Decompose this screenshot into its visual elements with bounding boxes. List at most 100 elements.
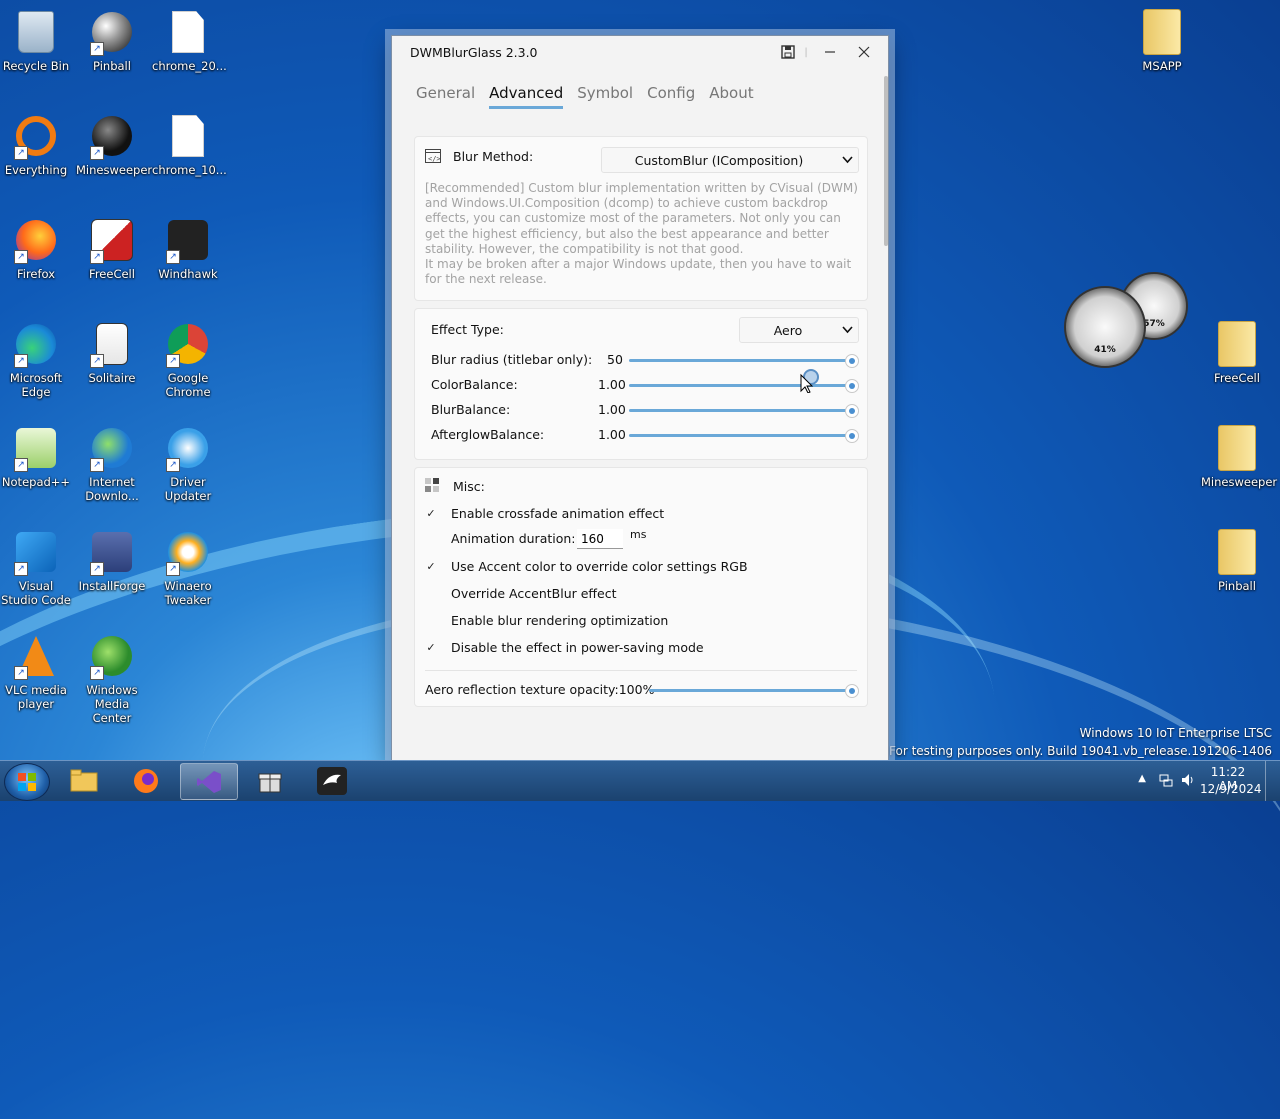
vscode-icon: ↗ <box>12 528 60 576</box>
afterglow-balance-slider[interactable] <box>629 434 851 437</box>
document-icon <box>164 112 212 160</box>
reflection-opacity-slider-handle[interactable] <box>845 684 859 698</box>
misc-label: Misc: <box>453 479 485 494</box>
accent-color-checkbox[interactable]: ✓ <box>425 561 437 573</box>
crossfade-checkbox[interactable]: ✓ <box>425 508 437 520</box>
vlc-icon: ↗ <box>12 632 60 680</box>
desktop-icon-edge[interactable]: ↗ Microsoft Edge <box>0 320 72 399</box>
desktop-icon-recycle-bin[interactable]: Recycle Bin <box>0 8 72 73</box>
effect-type-label: Effect Type: <box>431 322 504 337</box>
blur-radius-label: Blur radius (titlebar only): <box>431 352 593 367</box>
color-balance-value: 1.00 <box>598 377 626 392</box>
close-icon[interactable] <box>850 40 878 64</box>
clock-date[interactable]: 12/9/2024 <box>1200 782 1262 796</box>
afterglow-balance-label: AfterglowBalance: <box>431 427 545 442</box>
desktop-icon-freecell-folder[interactable]: FreeCell <box>1201 320 1273 385</box>
desktop-icon-label: Windows Media Center <box>86 683 138 725</box>
taskbar-visual-studio[interactable] <box>180 763 238 800</box>
blur-radius-slider-handle[interactable] <box>845 354 859 368</box>
desktop-icon-winaero[interactable]: ↗ Winaero Tweaker <box>152 528 224 607</box>
desktop-icon-label: Windhawk <box>158 267 218 281</box>
tab-about[interactable]: About <box>709 84 753 109</box>
tab-config[interactable]: Config <box>647 84 695 109</box>
blur-method-dropdown[interactable]: CustomBlur (IComposition) <box>601 147 859 173</box>
reflection-opacity-slider[interactable] <box>649 689 851 692</box>
firefox-icon <box>134 768 158 793</box>
taskbar-firefox[interactable] <box>118 763 174 798</box>
desktop-icon-driver-updater[interactable]: ↗ Driver Updater <box>152 424 224 503</box>
show-desktop-button[interactable] <box>1265 761 1280 801</box>
blur-optimization-checkbox[interactable] <box>425 615 437 627</box>
cpu-gauge[interactable]: 41% <box>1064 286 1146 368</box>
desktop-icon-freecell[interactable]: ↗ FreeCell <box>76 216 148 281</box>
desktop-icon-label: Pinball <box>93 59 131 73</box>
misc-divider <box>425 670 857 671</box>
tab-symbol[interactable]: Symbol <box>577 84 633 109</box>
desktop-icon-chrome-file-1[interactable]: chrome_20... <box>152 8 227 73</box>
crossfade-label: Enable crossfade animation effect <box>451 506 665 521</box>
desktop-icon-idm[interactable]: ↗ Internet Downlo... <box>76 424 148 503</box>
effect-card: Effect Type: Aero Blur radius (titlebar … <box>414 308 868 460</box>
desktop-icon-vlc[interactable]: ↗ VLC media player <box>0 632 72 711</box>
edge-icon: ↗ <box>12 320 60 368</box>
desktop-icon-pinball[interactable]: ↗ Pinball <box>76 8 148 73</box>
cards-icon: ↗ <box>88 216 136 264</box>
desktop-icon-label: FreeCell <box>1214 371 1260 385</box>
blur-radius-value: 50 <box>607 352 623 367</box>
chevron-down-icon <box>836 324 858 337</box>
desktop-icon-label: Pinball <box>1218 579 1256 593</box>
desktop-icon-firefox[interactable]: ↗ Firefox <box>0 216 72 281</box>
desktop-icon-notepadpp[interactable]: ↗ Notepad++ <box>0 424 72 489</box>
start-button[interactable] <box>4 763 50 801</box>
animation-duration-input[interactable] <box>577 529 623 549</box>
desktop-icon-installforge[interactable]: ↗ InstallForge <box>76 528 148 593</box>
tab-advanced[interactable]: Advanced <box>489 84 564 109</box>
desktop-icon-media-center[interactable]: ↗ Windows Media Center <box>76 632 148 725</box>
taskbar-explorer[interactable] <box>56 763 112 798</box>
desktop-icon-label: InstallForge <box>78 579 146 593</box>
override-accentblur-checkbox[interactable] <box>425 588 437 600</box>
code-icon: </> <box>425 149 441 166</box>
desktop-icon-minesweeper[interactable]: ↗ Minesweeper <box>76 112 152 177</box>
desktop-icon-chrome-file-2[interactable]: chrome_10... <box>152 112 227 177</box>
mine-icon: ↗ <box>88 112 136 160</box>
desktop-icon-pinball-folder[interactable]: Pinball <box>1201 528 1273 593</box>
desktop-icon-label: MSAPP <box>1142 59 1182 73</box>
reflection-opacity-label: Aero reflection texture opacity:100% <box>425 682 655 697</box>
mouse-cursor-icon <box>799 369 819 397</box>
desktop-icon-solitaire[interactable]: ↗ Solitaire <box>76 320 148 385</box>
volume-icon[interactable] <box>1180 772 1196 791</box>
blur-radius-slider[interactable] <box>629 359 851 362</box>
desktop-icon-label: Everything <box>4 163 68 177</box>
desktop-icon-everything[interactable]: ↗ Everything <box>0 112 72 177</box>
color-balance-label: ColorBalance: <box>431 377 518 392</box>
minimize-icon[interactable] <box>816 40 844 64</box>
desktop-icon-label: Firefox <box>16 267 56 281</box>
folder-icon <box>1213 528 1261 576</box>
afterglow-balance-slider-handle[interactable] <box>845 429 859 443</box>
desktop-icon-windhawk[interactable]: ↗ Windhawk <box>152 216 224 281</box>
network-icon[interactable] <box>1158 772 1174 791</box>
desktop-icon-label: Minesweeper <box>1201 475 1278 489</box>
desktop-icon-chrome[interactable]: ↗ Google Chrome <box>152 320 224 399</box>
blur-balance-slider[interactable] <box>629 409 851 412</box>
blur-balance-slider-handle[interactable] <box>845 404 859 418</box>
firefox-icon: ↗ <box>12 216 60 264</box>
chevron-down-icon <box>836 154 858 167</box>
color-balance-slider-handle[interactable] <box>845 379 859 393</box>
tab-general[interactable]: General <box>416 84 475 109</box>
desktop-icon-label: Minesweeper <box>76 163 153 177</box>
desktop-icon-msapp[interactable]: MSAPP <box>1126 8 1198 73</box>
cards-icon: ↗ <box>88 320 136 368</box>
taskbar-gift-app[interactable] <box>242 763 298 798</box>
show-hidden-icons-icon[interactable]: ▲ <box>1138 773 1146 784</box>
title-bar[interactable]: DWMBlurGlass 2.3.0 | <box>392 36 888 70</box>
effect-type-dropdown[interactable]: Aero <box>739 317 859 343</box>
cpu-gauge-value: 41% <box>1094 345 1116 356</box>
desktop-icon-vscode[interactable]: ↗ Visual Studio Code <box>0 528 72 607</box>
window-scrollbar[interactable] <box>884 76 888 246</box>
desktop-icon-label: FreeCell <box>89 267 135 281</box>
desktop-icon-minesweeper-folder[interactable]: Minesweeper <box>1201 424 1277 489</box>
power-saving-checkbox[interactable]: ✓ <box>425 642 437 654</box>
taskbar-windhawk[interactable] <box>304 763 360 798</box>
